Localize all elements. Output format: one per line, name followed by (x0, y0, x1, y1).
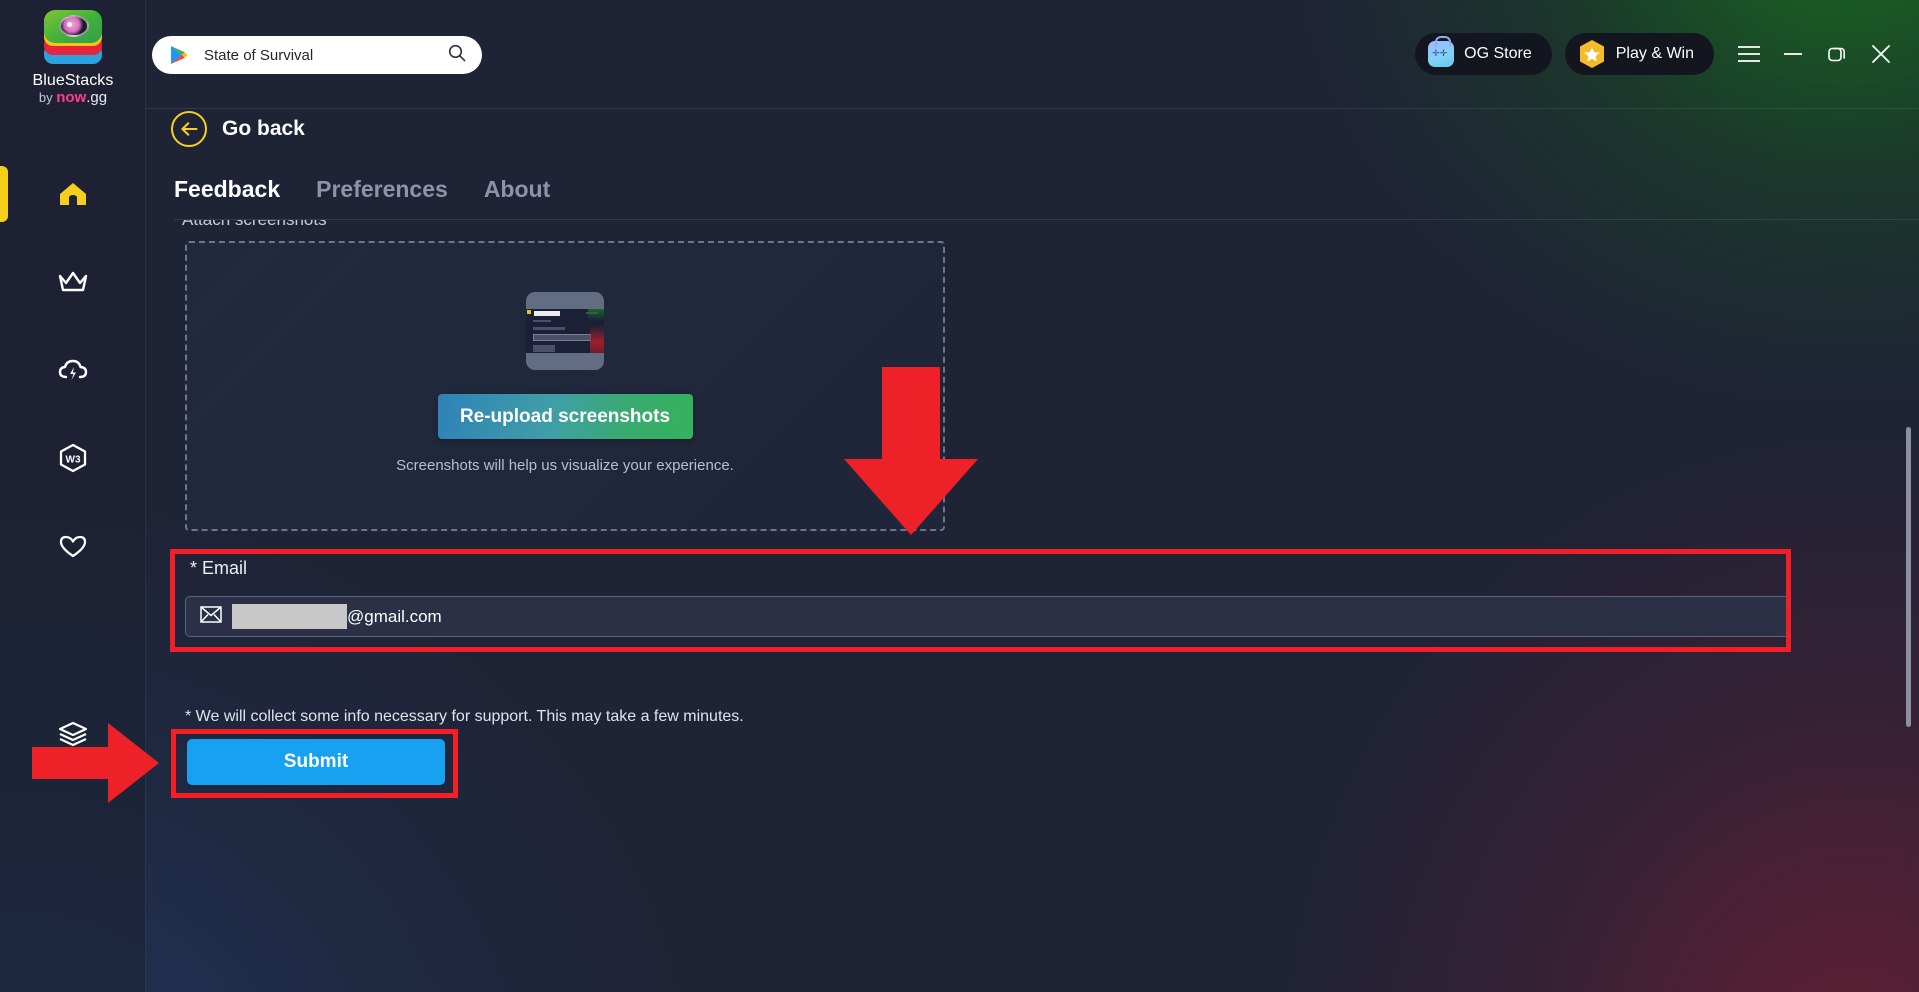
home-icon (58, 181, 88, 207)
top-header: State of Survival ✛✛ OG Store Play & Win (146, 0, 1919, 108)
search-input[interactable]: State of Survival (204, 47, 448, 64)
minimize-icon[interactable] (1771, 32, 1815, 76)
email-value: @gmail.com (347, 606, 442, 626)
logo-nowgg-tld: .gg (86, 89, 108, 106)
og-store-icon-detail: ✛✛ (1432, 48, 1448, 58)
logo-byline: by now.gg (39, 90, 107, 106)
og-store-icon: ✛✛ (1428, 36, 1455, 67)
screenshot-thumbnail[interactable] (526, 292, 604, 370)
layers-icon (57, 720, 89, 748)
go-back-button[interactable]: Go back (171, 111, 305, 147)
thumb-detail-button (533, 345, 555, 352)
logo-eye-icon (59, 15, 89, 37)
header-divider (146, 108, 1919, 109)
sidebar-item-cloud-boost[interactable] (0, 326, 146, 414)
screenshot-thumbnail-preview (526, 309, 604, 353)
bluestacks-logo-icon (38, 8, 108, 70)
logo-by-text: by (38, 90, 53, 105)
email-input[interactable]: @gmail.com (185, 596, 1790, 637)
header-actions: ✛✛ OG Store Play & Win (1415, 0, 1903, 108)
sidebar-item-premium[interactable] (0, 238, 146, 326)
tab-feedback[interactable]: Feedback (174, 176, 280, 211)
screenshot-dropzone[interactable]: Re-upload screenshots Screenshots will h… (185, 241, 945, 531)
google-play-icon (170, 45, 188, 65)
tab-about[interactable]: About (484, 176, 550, 211)
go-back-label: Go back (222, 117, 305, 140)
thumb-detail-bar (533, 320, 551, 322)
sidebar-item-library[interactable] (0, 690, 146, 778)
settings-tabs: Feedback Preferences About (174, 176, 550, 211)
search-bar[interactable]: State of Survival (152, 36, 482, 74)
hamburger-menu-icon[interactable] (1727, 32, 1771, 76)
support-note: * We will collect some info necessary fo… (185, 708, 744, 725)
play-and-win-label: Play & Win (1615, 45, 1694, 62)
logo-nowgg-text: now (56, 89, 87, 106)
sidebar-active-indicator (0, 166, 8, 222)
cloud-bolt-icon (57, 357, 89, 383)
crown-icon (57, 269, 89, 295)
thumb-detail-glow-red (590, 325, 604, 353)
og-store-button[interactable]: ✛✛ OG Store (1415, 33, 1552, 75)
vertical-scrollbar-thumb[interactable] (1906, 427, 1911, 727)
sidebar-nav: W3 (0, 150, 146, 778)
star-hexagon-icon (1578, 39, 1606, 69)
envelope-icon (200, 605, 222, 628)
search-icon[interactable] (448, 44, 466, 67)
sidebar-item-home[interactable] (0, 150, 146, 238)
thumb-detail-field (533, 334, 591, 341)
email-label: * Email (190, 558, 248, 578)
thumb-detail-bar (534, 311, 560, 316)
logo-wordmark: BlueStacks (32, 72, 114, 89)
tab-preferences[interactable]: Preferences (316, 176, 448, 211)
sidebar-item-favorites[interactable] (0, 502, 146, 590)
svg-text:W3: W3 (66, 455, 81, 466)
thumb-detail-bar (533, 327, 565, 330)
main-content: Go back Feedback Preferences About Attac… (146, 108, 1919, 992)
heart-icon (57, 532, 89, 560)
email-field-group: * Email @gmail.com (185, 558, 1790, 637)
email-redaction-mask (232, 604, 347, 629)
bluestacks-window: BlueStacks by now.gg W3 State of Surviva… (0, 0, 1919, 992)
thumb-detail-glow-green (588, 309, 604, 321)
play-and-win-button[interactable]: Play & Win (1564, 33, 1714, 75)
sidebar: BlueStacks by now.gg W3 (0, 0, 146, 992)
submit-button[interactable]: Submit (187, 739, 445, 785)
og-store-label: OG Store (1464, 45, 1532, 62)
bluestacks-logo[interactable]: BlueStacks by now.gg (0, 8, 146, 106)
dropzone-hint: Screenshots will help us visualize your … (396, 457, 734, 474)
attach-screenshots-label: Attach screenshots (182, 220, 327, 230)
w3-hexagon-icon: W3 (57, 443, 89, 473)
sidebar-item-web3[interactable]: W3 (0, 414, 146, 502)
restore-window-icon[interactable] (1815, 32, 1859, 76)
reupload-screenshots-button[interactable]: Re-upload screenshots (437, 394, 693, 439)
arrow-left-icon (171, 111, 207, 147)
feedback-scroll-area: Attach screenshots Re-uploa (146, 220, 1919, 992)
thumb-detail-accent (527, 310, 531, 314)
close-icon[interactable] (1859, 32, 1903, 76)
